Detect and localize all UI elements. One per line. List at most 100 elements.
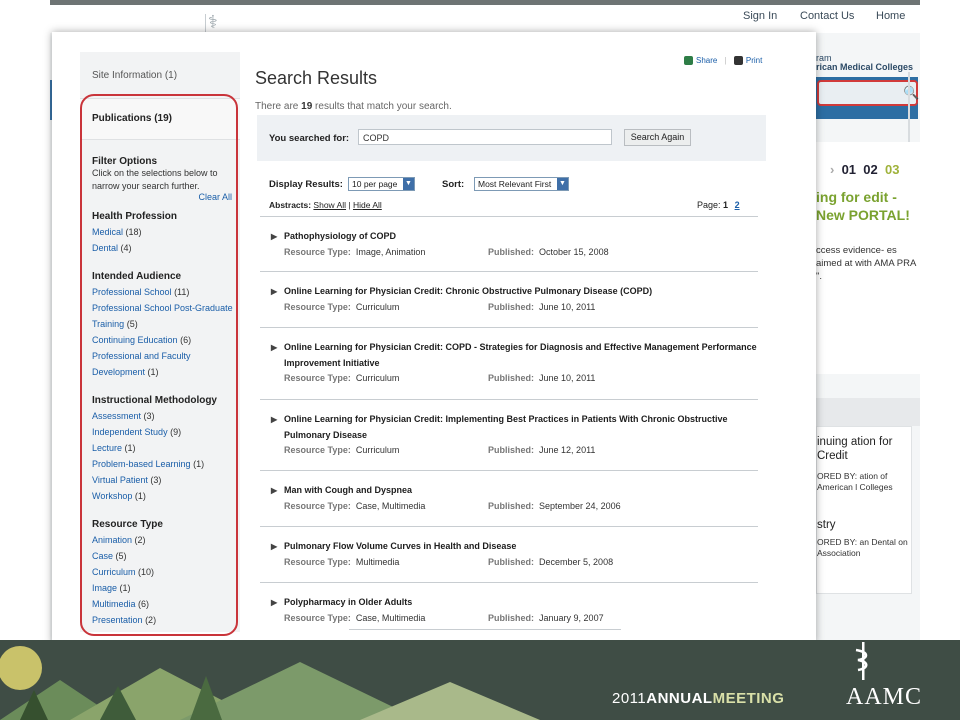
expand-arrow-icon[interactable]: ▶ bbox=[271, 595, 277, 611]
expand-arrow-icon[interactable]: ▶ bbox=[271, 539, 277, 555]
result-published: Published: June 10, 2011 bbox=[488, 373, 595, 383]
resource-type-value: Curriculum bbox=[355, 445, 400, 455]
result-published: Published: December 5, 2008 bbox=[488, 557, 613, 567]
published-value: September 24, 2006 bbox=[539, 500, 621, 511]
print-label: Print bbox=[745, 56, 763, 65]
sun-shape bbox=[0, 646, 42, 690]
caduceus-icon bbox=[855, 642, 868, 680]
result-published: Published: January 9, 2007 bbox=[488, 613, 604, 623]
card-item-1-title[interactable]: inuing ation for Credit bbox=[817, 435, 907, 463]
expand-arrow-icon[interactable]: ▶ bbox=[271, 229, 277, 245]
home-link[interactable]: Home bbox=[876, 10, 905, 22]
result-published: Published: October 15, 2008 bbox=[488, 247, 609, 257]
abstracts-label: Abstracts: bbox=[269, 200, 312, 210]
result-item: ▶ Pathophysiology of COPD Resource Type: … bbox=[260, 216, 758, 271]
resource-type-value: Case, Multimedia bbox=[355, 500, 426, 511]
result-title-row[interactable]: ▶ Online Learning for Physician Credit: I… bbox=[260, 400, 758, 443]
published-label: Published: bbox=[488, 500, 535, 511]
promo-panel: › 01 02 03 ing for edit - New PORTAL! cc… bbox=[816, 142, 920, 374]
result-title-row[interactable]: ▶ Polypharmacy in Older Adults bbox=[260, 583, 758, 611]
published-value: June 12, 2011 bbox=[539, 445, 596, 455]
results-count-suffix: results that match your search. bbox=[315, 101, 452, 112]
tab-site-information-label: Site Information (1) bbox=[92, 70, 178, 81]
card-item-2-title[interactable]: stry bbox=[817, 519, 907, 531]
result-meta: Resource Type: Curriculum Published: Jun… bbox=[260, 300, 758, 322]
sort-value: Most Relevant First bbox=[478, 179, 552, 189]
result-meta: Resource Type: Curriculum Published: Jun… bbox=[260, 371, 758, 393]
result-title-row[interactable]: ▶ Online Learning for Physician Credit: C… bbox=[260, 328, 758, 371]
chevron-down-icon[interactable]: ▼ bbox=[557, 178, 568, 190]
expand-arrow-icon[interactable]: ▶ bbox=[271, 284, 277, 300]
resource-type-label: Resource Type: bbox=[284, 445, 351, 455]
card-header bbox=[816, 398, 920, 426]
card-item-1-sponsor: ORED BY: ation of American l Colleges bbox=[817, 471, 893, 492]
landscape-illustration bbox=[0, 646, 540, 720]
result-title[interactable]: Online Learning for Physician Credit: Ch… bbox=[284, 286, 652, 296]
result-title-row[interactable]: ▶ Pulmonary Flow Volume Curves in Health … bbox=[260, 527, 758, 555]
promo-page-3[interactable]: 03 bbox=[885, 162, 899, 177]
sort-label: Sort: bbox=[442, 179, 465, 190]
show-all-abstracts-link[interactable]: Show All bbox=[313, 200, 346, 210]
result-type: Resource Type: Case, Multimedia bbox=[284, 501, 425, 511]
promo-page-2[interactable]: 02 bbox=[863, 162, 877, 177]
site-header bbox=[50, 5, 920, 33]
published-value: October 15, 2008 bbox=[539, 246, 609, 257]
result-title-row[interactable]: ▶ Online Learning for Physician Credit: C… bbox=[260, 272, 758, 300]
expand-arrow-icon[interactable]: ▶ bbox=[271, 340, 277, 356]
page-actions: Share | Print bbox=[684, 56, 763, 66]
action-separator: | bbox=[724, 56, 727, 65]
page-title: Search Results bbox=[255, 68, 378, 88]
site-search-input[interactable]: 🔍 bbox=[817, 80, 919, 106]
result-title[interactable]: Online Learning for Physician Credit: CO… bbox=[284, 342, 757, 368]
printer-icon bbox=[733, 56, 743, 66]
result-meta: Resource Type: Multimedia Published: Dec… bbox=[260, 555, 758, 577]
results-per-page-select[interactable]: 10 per page ▼ bbox=[348, 177, 415, 191]
resource-type-label: Resource Type: bbox=[284, 246, 351, 257]
abstracts-controls: Abstracts: Show All | Hide All bbox=[269, 200, 382, 210]
print-button[interactable]: Print bbox=[733, 56, 763, 66]
page-2-link[interactable]: 2 bbox=[735, 200, 740, 210]
share-button[interactable]: Share bbox=[684, 56, 717, 66]
caduceus-logo-icon: ⚕ bbox=[208, 12, 218, 32]
results-bottom-edge bbox=[349, 629, 621, 630]
published-label: Published: bbox=[488, 246, 535, 257]
published-label: Published: bbox=[488, 373, 535, 383]
contact-us-link[interactable]: Contact Us bbox=[800, 10, 854, 22]
result-title-row[interactable]: ▶ Man with Cough and Dyspnea bbox=[260, 471, 758, 499]
promo-page-1[interactable]: 01 bbox=[842, 162, 856, 177]
resource-type-value: Multimedia bbox=[355, 556, 400, 567]
expand-arrow-icon[interactable]: ▶ bbox=[271, 412, 277, 428]
result-title[interactable]: Pulmonary Flow Volume Curves in Health a… bbox=[284, 541, 516, 551]
search-again-button[interactable]: Search Again bbox=[624, 129, 691, 146]
highlight-annotation bbox=[80, 94, 238, 636]
share-icon bbox=[684, 56, 693, 66]
chevron-down-icon[interactable]: ▼ bbox=[403, 178, 414, 190]
published-label: Published: bbox=[488, 301, 535, 312]
result-item: ▶ Online Learning for Physician Credit: C… bbox=[260, 327, 758, 399]
result-title-row[interactable]: ▶ Pathophysiology of COPD bbox=[260, 217, 758, 245]
results-count-number: 19 bbox=[301, 101, 313, 112]
result-title[interactable]: Man with Cough and Dyspnea bbox=[284, 485, 412, 495]
resource-type-value: Curriculum bbox=[355, 373, 400, 383]
tab-site-information[interactable]: Site Information (1) bbox=[80, 52, 240, 99]
sort-select[interactable]: Most Relevant First ▼ bbox=[474, 177, 569, 191]
published-label: Published: bbox=[488, 556, 535, 567]
result-title[interactable]: Polypharmacy in Older Adults bbox=[284, 597, 412, 607]
results-list: ▶ Pathophysiology of COPD Resource Type: … bbox=[260, 216, 758, 638]
result-title[interactable]: Online Learning for Physician Credit: Im… bbox=[284, 414, 728, 440]
result-item: ▶ Pulmonary Flow Volume Curves in Health … bbox=[260, 526, 758, 582]
resource-type-label: Resource Type: bbox=[284, 301, 351, 312]
resource-type-value: Curriculum bbox=[355, 301, 400, 312]
results-count: There are 19 results that match your sea… bbox=[255, 101, 452, 112]
aamc-logo-text: AAMC bbox=[846, 684, 923, 710]
conference-banner: 2011ANNUALMEETING AAMC bbox=[0, 640, 960, 720]
expand-arrow-icon[interactable]: ▶ bbox=[271, 483, 277, 499]
search-input[interactable]: COPD bbox=[358, 129, 612, 145]
search-icon[interactable]: 🔍 bbox=[903, 85, 919, 101]
result-type: Resource Type: Image, Animation bbox=[284, 247, 425, 257]
result-type: Resource Type: Curriculum bbox=[284, 302, 399, 312]
result-title[interactable]: Pathophysiology of COPD bbox=[284, 231, 396, 241]
sign-in-link[interactable]: Sign In bbox=[743, 10, 777, 22]
promo-pager[interactable]: › 01 02 03 bbox=[830, 162, 899, 177]
hide-all-abstracts-link[interactable]: Hide All bbox=[353, 200, 382, 210]
